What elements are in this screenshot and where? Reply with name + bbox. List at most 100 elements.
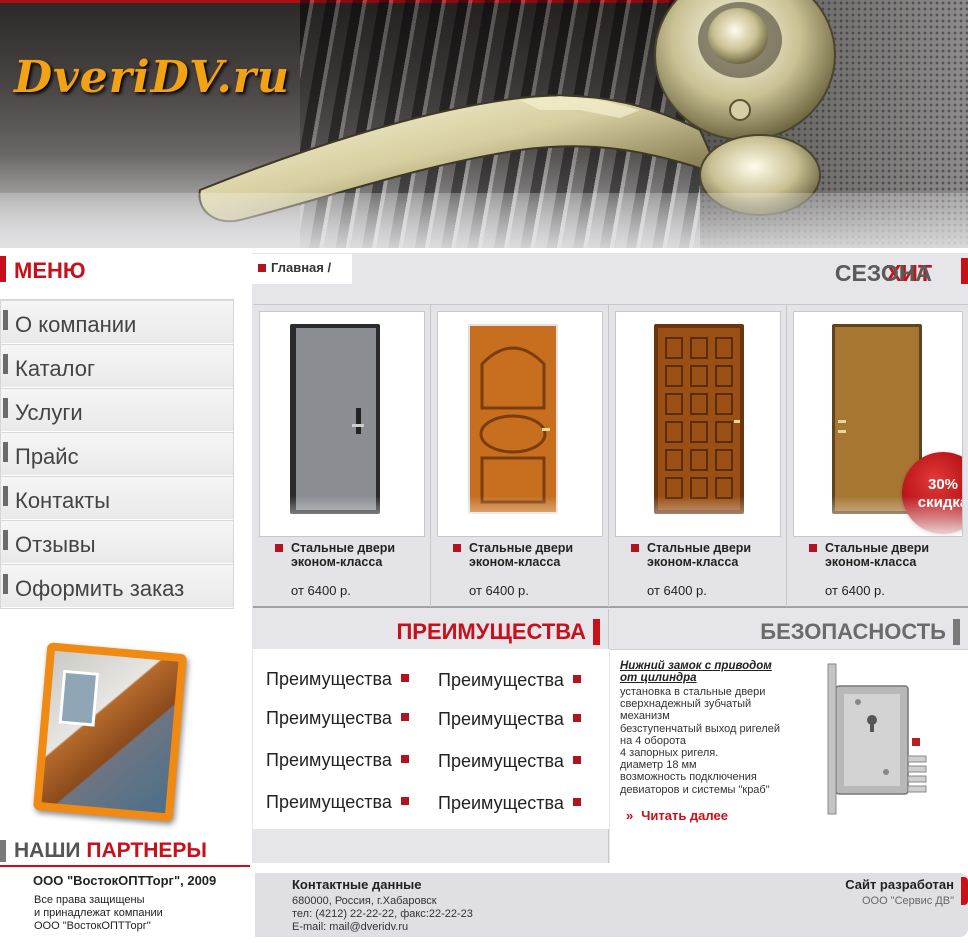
menu-item-label: Прайс <box>15 444 79 469</box>
badge-percent: 30% <box>927 476 959 493</box>
advantage-label: Преимущества <box>266 708 392 728</box>
advantage-item[interactable]: Преимущества <box>266 792 409 813</box>
red-square-icon <box>631 544 639 552</box>
product-card[interactable]: Стальные двери эконом-класса от 6400 р. <box>609 305 787 607</box>
product-image-frame <box>437 311 603 537</box>
advantages-block: ПРЕИМУЩЕСТВА Преимущества Преимущества П… <box>253 609 609 863</box>
red-square-icon <box>258 264 266 272</box>
banner-light-band <box>0 193 968 248</box>
product-name[interactable]: Стальные двери эконом-класса <box>291 541 431 569</box>
heading-marker <box>961 877 968 905</box>
advantages-heading: ПРЕИМУЩЕСТВА <box>396 619 600 645</box>
partners-title: НАШИ ПАРТНЕРЫ <box>14 839 207 863</box>
product-card[interactable]: Стальные двери эконом-класса от 6400 р. <box>431 305 609 607</box>
advantage-item[interactable]: Преимущества <box>438 751 581 772</box>
heading-marker <box>593 619 600 645</box>
product-name[interactable]: Стальные двери эконом-класса <box>825 541 965 569</box>
product-price: от 6400 р. <box>647 583 707 598</box>
products-grid: Стальные двери эконом-класса от 6400 р. … <box>253 304 968 608</box>
product-name[interactable]: Стальные двери эконом-класса <box>469 541 609 569</box>
menu-item-services[interactable]: Услуги <box>1 388 233 432</box>
product-name[interactable]: Стальные двери эконом-класса <box>647 541 787 569</box>
menu-item-label: Каталог <box>15 356 95 381</box>
menu-heading: МЕНЮ <box>0 254 240 286</box>
main-menu: О компании Каталог Услуги Прайс Контакты… <box>0 299 234 609</box>
red-square-icon <box>453 544 461 552</box>
door-image <box>290 324 380 514</box>
menu-item-order[interactable]: Оформить заказ <box>1 564 233 608</box>
product-card[interactable]: Стальные двери эконом-класса от 6400 р. <box>253 305 431 607</box>
menu-marker <box>3 310 8 330</box>
menu-item-price[interactable]: Прайс <box>1 432 233 476</box>
advantage-item[interactable]: Преимущества <box>438 670 581 691</box>
site-logo[interactable]: DveriDV.ru <box>14 52 290 103</box>
header-banner: DveriDV.ru <box>0 0 968 248</box>
read-more-label: Читать далее <box>641 808 728 823</box>
security-heading: БЕЗОПАСНОСТЬ <box>760 619 960 645</box>
security-content: Нижний замок с приводом от цилиндра уста… <box>610 649 968 863</box>
menu-item-reviews[interactable]: Отзывы <box>1 520 233 564</box>
menu-title: МЕНЮ <box>14 258 86 283</box>
product-price: от 6400 р. <box>825 583 885 598</box>
copyright-company: ООО "ВостокОПТТорг", 2009 <box>33 873 217 888</box>
breadcrumb: Главная / <box>252 254 352 284</box>
breadcrumb-home-link[interactable]: Главная / <box>271 260 331 275</box>
menu-item-catalog[interactable]: Каталог <box>1 344 233 388</box>
advantage-item[interactable]: Преимущества <box>438 793 581 814</box>
menu-item-label: Отзывы <box>15 532 96 557</box>
red-square-icon <box>572 756 581 764</box>
red-square-icon <box>809 544 817 552</box>
promo-banner-image[interactable] <box>32 642 188 822</box>
menu-marker <box>3 486 8 506</box>
menu-item-label: Оформить заказ <box>15 576 185 601</box>
copyright-text: Все права защищены и принадлежат компани… <box>34 894 163 932</box>
menu-marker <box>3 442 8 462</box>
developer-title: Сайт разработан <box>845 877 954 892</box>
menu-item-about[interactable]: О компании <box>1 300 233 344</box>
advantage-label: Преимущества <box>438 751 564 771</box>
red-square-icon <box>572 714 581 722</box>
menu-marker <box>3 574 8 594</box>
product-image-frame <box>259 311 425 537</box>
advantage-item[interactable]: Преимущества <box>266 708 409 729</box>
menu-item-label: Услуги <box>15 400 83 425</box>
security-description: установка в стальные двери сверхнадежный… <box>620 686 780 796</box>
menu-marker <box>3 530 8 550</box>
footer: Контактные данные 680000, Россия, г.Хаба… <box>255 873 968 937</box>
advantage-item[interactable]: Преимущества <box>266 669 409 690</box>
door-panel <box>658 328 740 510</box>
advantage-label: Преимущества <box>266 792 392 812</box>
advantages-list: Преимущества Преимущества Преимущества П… <box>253 649 609 829</box>
house-window <box>58 669 100 727</box>
security-block: БЕЗОПАСНОСТЬ Нижний замок с приводом от … <box>610 609 968 863</box>
product-card[interactable]: 30% скидка Стальные двери эконом-класса … <box>787 305 968 607</box>
heading-marker <box>961 258 968 284</box>
red-square-icon <box>572 798 581 806</box>
contacts-title: Контактные данные <box>292 877 422 892</box>
red-square-icon <box>400 713 409 721</box>
security-title: БЕЗОПАСНОСТЬ <box>760 619 946 644</box>
menu-item-contacts[interactable]: Контакты <box>1 476 233 520</box>
advantage-label: Преимущества <box>438 793 564 813</box>
badge-label: скидка <box>917 494 962 511</box>
security-headline-link[interactable]: Нижний замок с приводом от цилиндра <box>620 660 790 684</box>
advantage-label: Преимущества <box>266 669 392 689</box>
product-price: от 6400 р. <box>291 583 351 598</box>
advantage-label: Преимущества <box>438 670 564 690</box>
partners-title-part1: НАШИ <box>14 839 81 862</box>
advantage-item[interactable]: Преимущества <box>266 750 409 771</box>
partners-title-part2: ПАРТНЕРЫ <box>86 839 207 862</box>
door-panel <box>296 328 376 510</box>
advantage-item[interactable]: Преимущества <box>438 709 581 730</box>
developer-link[interactable]: ООО "Сервис ДВ" <box>862 895 954 907</box>
partners-heading: НАШИ ПАРТНЕРЫ <box>0 837 250 867</box>
lock-mechanism-image <box>800 660 960 822</box>
advantages-title: ПРЕИМУЩЕСТВА <box>396 619 586 644</box>
read-more-link[interactable]: » Читать далее <box>626 808 728 823</box>
advantage-label: Преимущества <box>438 709 564 729</box>
menu-marker <box>3 354 8 374</box>
hit-season-heading: ХИТ СЕЗОНА <box>768 256 968 286</box>
product-image-frame <box>615 311 781 537</box>
red-square-icon <box>572 675 581 683</box>
contacts-text: 680000, Россия, г.Хабаровск тел: (4212) … <box>292 895 473 933</box>
